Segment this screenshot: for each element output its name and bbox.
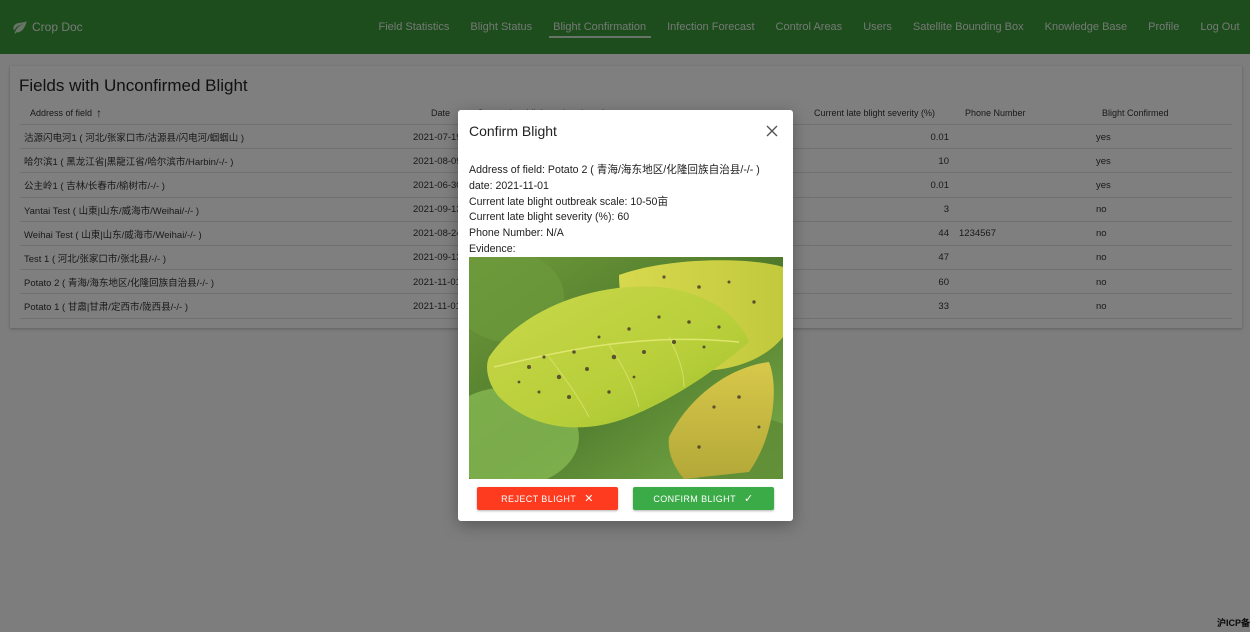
confirm-blight-label: CONFIRM BLIGHT (653, 493, 736, 504)
reject-blight-button[interactable]: REJECT BLIGHT ✕ (477, 487, 618, 510)
confirm-blight-dialog: Confirm Blight Address of field: Potato … (458, 110, 793, 521)
detail-date: date: 2021-11-01 (469, 179, 549, 192)
close-icon: ✕ (584, 493, 594, 505)
dialog-title: Confirm Blight (469, 123, 557, 139)
check-icon: ✓ (743, 493, 754, 505)
detail-scale: Current late blight outbreak scale: 10-5… (469, 195, 669, 208)
evidence-label: Evidence: (469, 242, 516, 255)
reject-blight-label: REJECT BLIGHT (501, 493, 577, 504)
evidence-photo (469, 257, 783, 479)
dialog-details: Address of field: Potato 2 ( 青海/海东地区/化隆回… (469, 163, 784, 258)
confirm-blight-button[interactable]: CONFIRM BLIGHT ✓ (633, 487, 774, 510)
detail-address: Address of field: Potato 2 ( 青海/海东地区/化隆回… (469, 164, 760, 176)
detail-severity: Current late blight severity (%): 60 (469, 211, 630, 224)
close-icon[interactable] (765, 124, 779, 138)
detail-phone: Phone Number: N/A (469, 227, 564, 240)
